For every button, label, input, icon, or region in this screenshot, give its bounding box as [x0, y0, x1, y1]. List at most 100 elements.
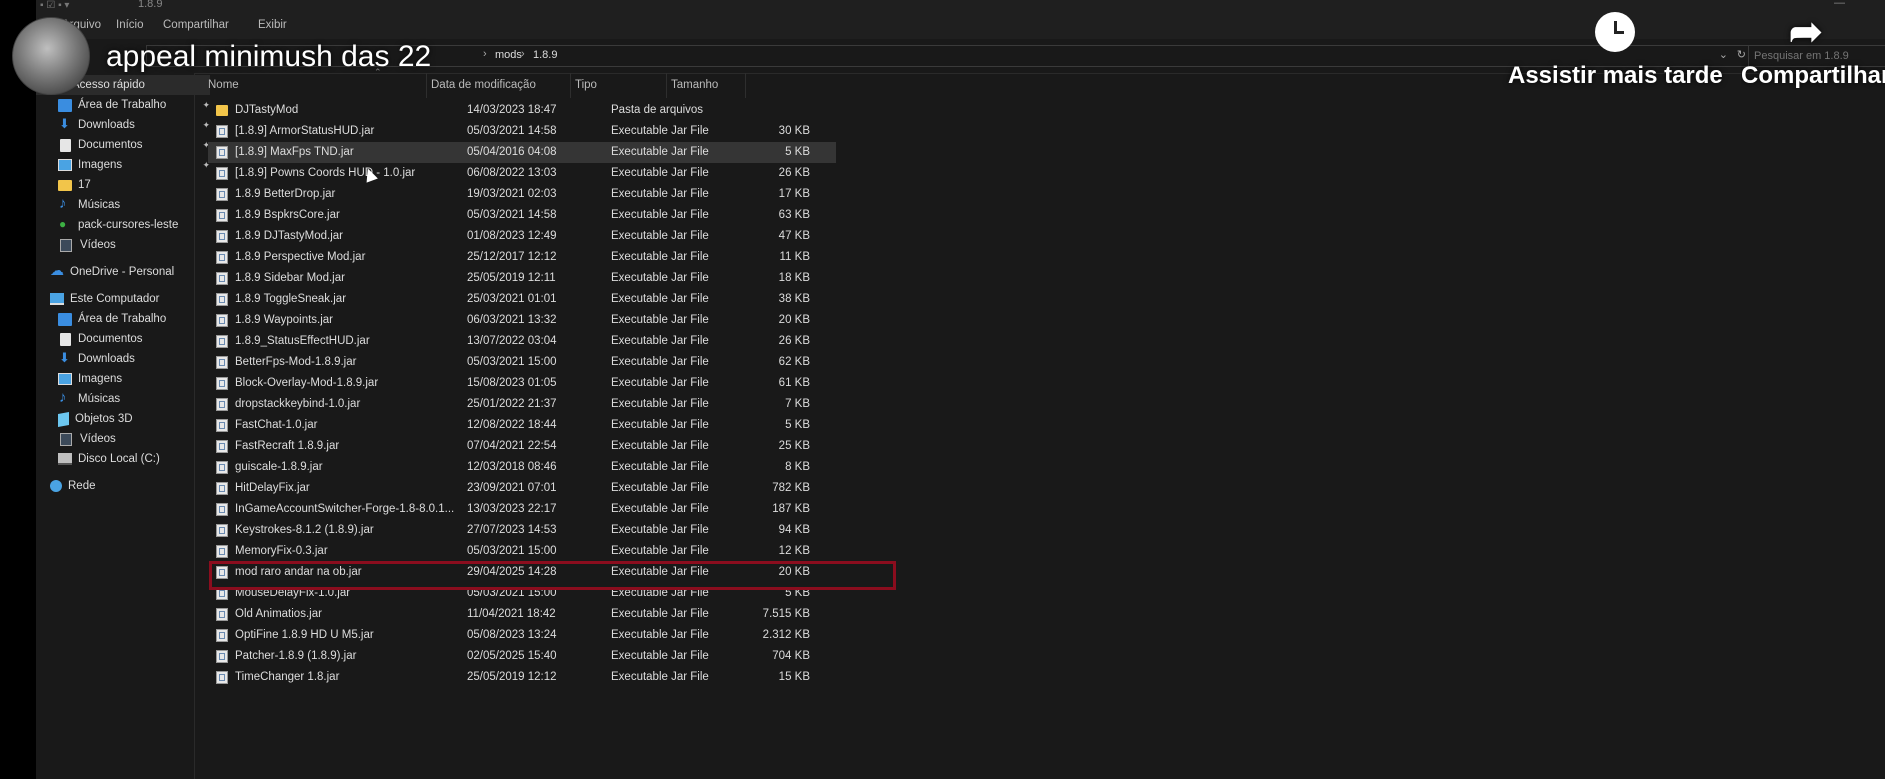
file-row[interactable]: Keystrokes-8.1.2 (1.8.9).jar 27/07/2023 1…	[208, 520, 836, 541]
nav-item-pack-cursores[interactable]: pack-cursores-leste	[36, 215, 216, 235]
nav-label: Acesso rápido	[72, 79, 145, 91]
file-row[interactable]: 1.8.9 BspkrsCore.jar 05/03/2021 14:58 Exec…	[208, 205, 836, 226]
nav-item-desktop[interactable]: Área de Trabalho ✦	[36, 95, 216, 115]
nav-label: pack-cursores-leste	[78, 219, 179, 231]
file-name: 1.8.9 Perspective Mod.jar	[235, 251, 366, 263]
channel-avatar[interactable]	[12, 17, 90, 95]
column-header-size[interactable]: Tamanho	[667, 73, 746, 98]
file-row[interactable]: 1.8.9 BetterDrop.jar 19/03/2021 02:03 Exec…	[208, 184, 836, 205]
file-row[interactable]: 1.8.9_StatusEffectHUD.jar 13/07/2022 03:0…	[208, 331, 836, 352]
file-type: Executable Jar File	[611, 503, 709, 515]
desktop-icon	[58, 312, 72, 326]
breadcrumb-mods[interactable]: mods	[495, 49, 522, 61]
nav-network[interactable]: Rede	[36, 476, 208, 496]
nav-item-downloads[interactable]: Downloads ✦	[36, 115, 216, 135]
jar-file-icon	[216, 335, 228, 348]
nav-pc-videos[interactable]: Vídeos	[36, 429, 216, 449]
file-name: Old Animatios.jar	[235, 608, 322, 620]
file-date: 19/03/2021 02:03	[467, 188, 557, 200]
folder-icon	[58, 179, 72, 191]
file-row[interactable]: FastRecraft 1.8.9.jar 07/04/2021 22:54 Exe…	[208, 436, 836, 457]
nav-pc-documents[interactable]: Documentos	[36, 329, 216, 349]
file-row[interactable]: Block-Overlay-Mod-1.8.9.jar 15/08/2023 01…	[208, 373, 836, 394]
nav-pc-downloads[interactable]: Downloads	[36, 349, 216, 369]
file-row[interactable]: Patcher-1.8.9 (1.8.9).jar 02/05/2025 15:4…	[208, 646, 836, 667]
file-name: [1.8.9] ArmorStatusHUD.jar	[235, 125, 375, 137]
file-row[interactable]: InGameAccountSwitcher-Forge-1.8-8.0.1...…	[208, 499, 836, 520]
jar-file-icon	[216, 293, 228, 306]
tab-exibir[interactable]: Exibir	[258, 19, 287, 31]
file-row[interactable]: guiscale-1.8.9.jar 12/03/2018 08:46 Execut…	[208, 457, 836, 478]
nav-pc-desktop[interactable]: Área de Trabalho	[36, 309, 216, 329]
file-type: Executable Jar File	[611, 356, 709, 368]
nav-item-videos[interactable]: Vídeos	[36, 235, 216, 255]
column-header-name[interactable]: Nome	[204, 73, 427, 98]
watch-later-button[interactable]: Assistir mais tarde	[1508, 12, 1723, 90]
file-row[interactable]: DJTastyMod 14/03/2023 18:47 Pasta de arqui…	[208, 100, 836, 121]
nav-label: Disco Local (C:)	[78, 453, 160, 465]
nav-item-images[interactable]: Imagens ✦	[36, 155, 216, 175]
jar-file-icon	[216, 419, 228, 432]
file-row[interactable]: 1.8.9 Sidebar Mod.jar 25/05/2019 12:11 Exe…	[208, 268, 836, 289]
nav-onedrive[interactable]: OneDrive - Personal	[36, 262, 208, 282]
breadcrumb-separator: ›	[521, 48, 525, 60]
file-date: 27/07/2023 14:53	[467, 524, 557, 536]
nav-item-17[interactable]: 17	[36, 175, 216, 195]
file-row[interactable]: [1.8.9] ArmorStatusHUD.jar 05/03/2021 14:…	[208, 121, 836, 142]
nav-pc-3d-objects[interactable]: Objetos 3D	[36, 409, 216, 429]
file-row[interactable]: FastChat-1.0.jar 12/08/2022 18:44 Executab…	[208, 415, 836, 436]
tab-inicio[interactable]: Início	[116, 19, 144, 31]
file-row[interactable]: HitDelayFix.jar 23/09/2021 07:01 Executabl…	[208, 478, 836, 499]
file-row[interactable]: [1.8.9] Powns Coords HUD - 1.0.jar 06/08/…	[208, 163, 836, 184]
jar-file-icon	[216, 482, 228, 495]
file-row[interactable]: Old Animatios.jar 11/04/2021 18:42 Executa…	[208, 604, 836, 625]
file-size: 7.515 KB	[762, 608, 810, 620]
minimize-button[interactable]: —	[1834, 0, 1845, 9]
file-size: 17 KB	[778, 188, 810, 200]
jar-file-icon	[216, 251, 228, 264]
nav-item-music[interactable]: Músicas	[36, 195, 216, 215]
nav-pc-local-disk[interactable]: Disco Local (C:)	[36, 449, 216, 469]
jar-file-icon	[216, 461, 228, 474]
file-row[interactable]: [1.8.9] MaxFps TND.jar 05/04/2016 04:08 Ex…	[208, 142, 836, 163]
quick-access-toolbar[interactable]: ▪ ☑ ▪ ▾	[40, 0, 69, 11]
network-icon	[50, 480, 62, 492]
file-date: 25/12/2017 12:12	[467, 251, 557, 263]
file-name: OptiFine 1.8.9 HD U M5.jar	[235, 629, 374, 641]
nav-this-pc[interactable]: Este Computador	[36, 289, 208, 309]
download-icon	[58, 116, 72, 132]
file-row[interactable]: BetterFps-Mod-1.8.9.jar 05/03/2021 15:00 E…	[208, 352, 836, 373]
column-header-date[interactable]: Data de modificação	[427, 73, 571, 98]
tab-compartilhar[interactable]: Compartilhar	[163, 19, 229, 31]
file-type: Executable Jar File	[611, 314, 709, 326]
jar-file-icon	[216, 188, 228, 201]
file-row[interactable]: 1.8.9 ToggleSneak.jar 25/03/2021 01:01 Exe…	[208, 289, 836, 310]
file-row[interactable]: MemoryFix-0.3.jar 05/03/2021 15:00 Executa…	[208, 541, 836, 562]
file-row[interactable]: 1.8.9 Perspective Mod.jar 25/12/2017 12:1…	[208, 247, 836, 268]
breadcrumb-current[interactable]: 1.8.9	[533, 49, 557, 61]
file-date: 05/04/2016 04:08	[467, 146, 557, 158]
nav-label: Downloads	[78, 353, 135, 365]
nav-pc-images[interactable]: Imagens	[36, 369, 216, 389]
file-row[interactable]: OptiFine 1.8.9 HD U M5.jar 05/08/2023 13:…	[208, 625, 836, 646]
file-name: 1.8.9 Sidebar Mod.jar	[235, 272, 345, 284]
file-type: Executable Jar File	[611, 230, 709, 242]
jar-file-icon	[216, 650, 228, 663]
share-button[interactable]: ➦ Compartilhar	[1741, 12, 1885, 90]
file-row[interactable]: dropstackkeybind-1.0.jar 25/01/2022 21:37…	[208, 394, 836, 415]
file-name: Keystrokes-8.1.2 (1.8.9).jar	[235, 524, 374, 536]
nav-pc-music[interactable]: Músicas	[36, 389, 216, 409]
file-row[interactable]: TimeChanger 1.8.jar 25/05/2019 12:12 Execu…	[208, 667, 836, 688]
file-date: 23/09/2021 07:01	[467, 482, 557, 494]
file-name: 1.8.9 BspkrsCore.jar	[235, 209, 340, 221]
video-icon	[60, 432, 72, 446]
column-header-type[interactable]: Tipo	[571, 73, 667, 98]
file-row[interactable]: 1.8.9 Waypoints.jar 06/03/2021 13:32 Execu…	[208, 310, 836, 331]
desktop-icon	[58, 98, 72, 112]
jar-file-icon	[216, 398, 228, 411]
file-name: 1.8.9 DJTastyMod.jar	[235, 230, 344, 242]
nav-item-documents[interactable]: Documentos ✦	[36, 135, 216, 155]
document-icon	[60, 332, 71, 346]
video-title[interactable]: appeal minimush das 22	[106, 40, 431, 74]
file-row[interactable]: 1.8.9 DJTastyMod.jar 01/08/2023 12:49 Exec…	[208, 226, 836, 247]
